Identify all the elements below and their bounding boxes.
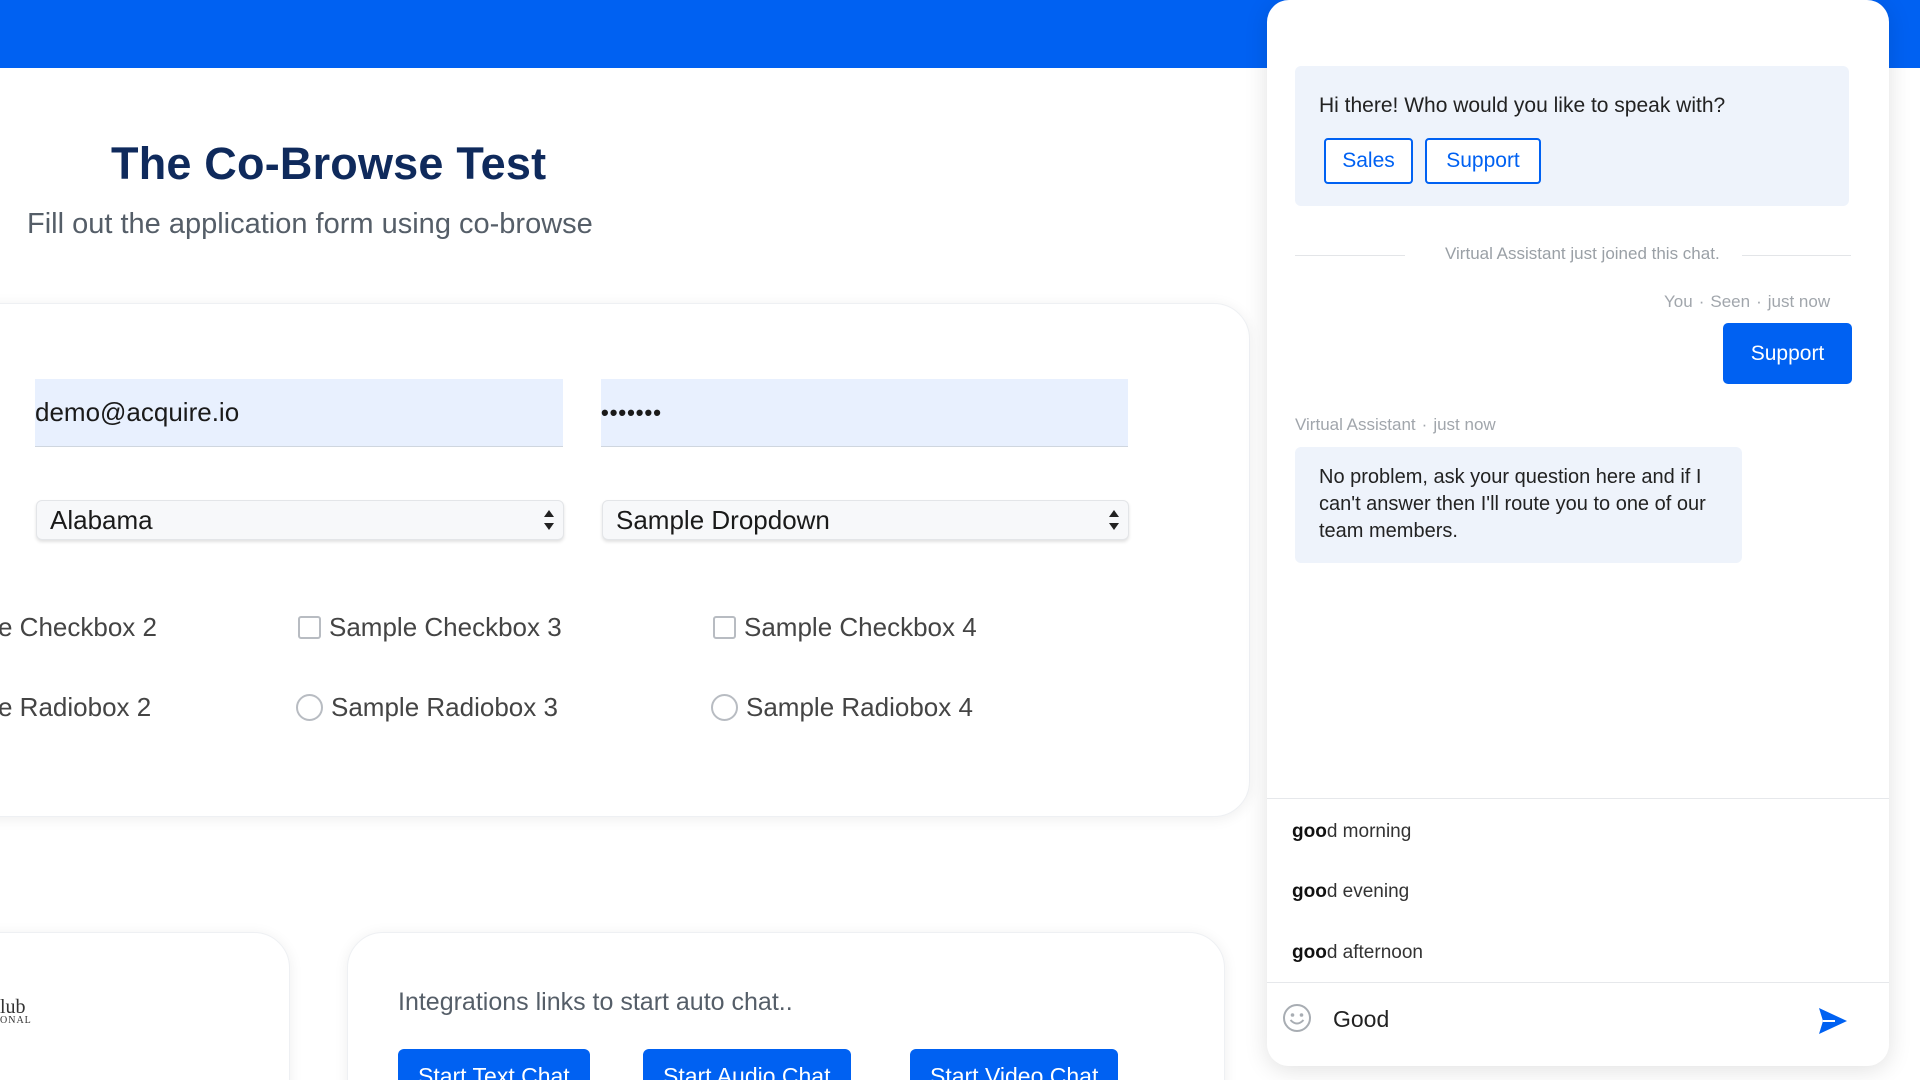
user-message-meta: You · Seen · just now: [1664, 292, 1831, 311]
suggestion-item[interactable]: good evening: [1292, 881, 1409, 903]
send-icon[interactable]: [1817, 1005, 1849, 1037]
radio-3-label: Sample Radiobox 3: [331, 692, 558, 722]
checkbox-4-box[interactable]: [713, 616, 736, 639]
logo-card: [0, 932, 290, 1080]
checkbox-3-box[interactable]: [298, 616, 321, 639]
state-select-value: Alabama: [50, 504, 153, 535]
password-value: •••••••: [601, 399, 662, 425]
suggestion-match: goo: [1292, 881, 1327, 902]
greeting-bubble: [1295, 66, 1849, 206]
user-message-bubble: Support: [1723, 323, 1852, 384]
page-subtitle: Fill out the application form using co-b…: [27, 208, 593, 240]
select-arrows-icon: [1109, 510, 1119, 530]
integrations-heading: Integrations links to start auto chat..: [398, 988, 793, 1016]
start-audio-chat-button[interactable]: Start Audio Chat: [643, 1049, 851, 1080]
checkbox-3-label: Sample Checkbox 3: [329, 612, 562, 642]
autocomplete-suggestions: good morning good evening good afternoon: [1267, 798, 1889, 982]
checkbox-4[interactable]: Sample Checkbox 4: [713, 612, 977, 643]
radio-4[interactable]: Sample Radiobox 4: [711, 692, 973, 723]
radio-4-circle[interactable]: [711, 694, 738, 721]
support-quick-reply-button[interactable]: Support: [1425, 138, 1541, 184]
checkbox-3[interactable]: Sample Checkbox 3: [298, 612, 562, 643]
divider: [1295, 255, 1405, 256]
suggestion-item[interactable]: good morning: [1292, 821, 1411, 843]
bot-message-meta: Virtual Assistant · just now: [1295, 415, 1496, 434]
radio-3-circle[interactable]: [296, 694, 323, 721]
suggestion-item[interactable]: good afternoon: [1292, 942, 1423, 964]
checkbox-2[interactable]: e Checkbox 2: [0, 612, 157, 643]
user-meta-status: Seen: [1710, 292, 1751, 311]
radio-4-label: Sample Radiobox 4: [746, 692, 973, 722]
message-composer: [1267, 982, 1889, 1066]
page-title: The Co-Browse Test: [111, 138, 547, 189]
sample-dropdown-value: Sample Dropdown: [616, 504, 830, 535]
radio-2[interactable]: e Radiobox 2: [0, 692, 151, 723]
bot-meta-time: just now: [1433, 415, 1496, 434]
suggestion-rest: d afternoon: [1326, 942, 1423, 963]
divider: [1742, 255, 1851, 256]
bot-message-text: No problem, ask your question here and i…: [1319, 466, 1706, 542]
chat-widget: Hi there! Who would you like to speak wi…: [1267, 0, 1889, 1066]
user-meta-sender: You: [1664, 292, 1693, 311]
sales-quick-reply-button[interactable]: Sales: [1324, 138, 1413, 184]
password-field[interactable]: •••••••: [601, 379, 1128, 447]
user-meta-time: just now: [1767, 292, 1831, 311]
system-message: Virtual Assistant just joined this chat.: [1295, 244, 1851, 266]
checkbox-4-label: Sample Checkbox 4: [744, 612, 977, 642]
logo-line-1: lub: [0, 996, 26, 1018]
select-arrows-icon: [544, 510, 554, 530]
checkbox-2-label: e Checkbox 2: [0, 612, 157, 642]
logo-line-2: ONAL: [0, 1015, 32, 1026]
start-text-chat-button[interactable]: Start Text Chat: [398, 1049, 590, 1080]
emoji-icon[interactable]: [1282, 1003, 1312, 1033]
sample-dropdown-select[interactable]: Sample Dropdown: [602, 500, 1129, 540]
suggestion-match: goo: [1292, 821, 1327, 842]
greeting-text: Hi there! Who would you like to speak wi…: [1319, 94, 1726, 117]
suggestion-rest: d evening: [1326, 881, 1410, 902]
state-select[interactable]: Alabama: [36, 500, 564, 540]
suggestion-match: goo: [1292, 942, 1327, 963]
radio-3[interactable]: Sample Radiobox 3: [296, 692, 558, 723]
email-field[interactable]: demo@acquire.io: [35, 379, 563, 447]
suggestion-rest: d morning: [1326, 821, 1412, 842]
partner-logo: lub ONAL: [0, 996, 32, 1028]
system-message-text: Virtual Assistant just joined this chat.: [1445, 244, 1720, 263]
message-input[interactable]: [1333, 997, 1793, 1041]
start-video-chat-button[interactable]: Start Video Chat: [910, 1049, 1119, 1080]
bot-meta-sender: Virtual Assistant: [1295, 415, 1416, 434]
email-value: demo@acquire.io: [35, 397, 240, 427]
radio-2-label: e Radiobox 2: [0, 692, 152, 722]
